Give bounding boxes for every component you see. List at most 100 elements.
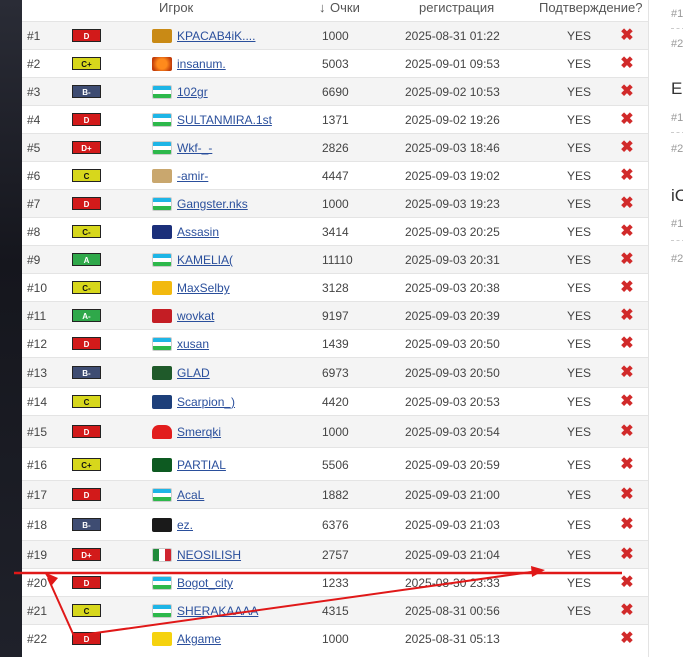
table-row: #14 C Scarpion_) 4420 2025-09-03 20:53 Y…: [22, 387, 648, 415]
rating-badge: D+: [72, 141, 101, 154]
rating-badge: D: [72, 488, 101, 501]
confirmation-status: YES: [567, 225, 592, 239]
table-header: Игрок ↓ Очки регистрация Подтверждение?: [22, 0, 648, 20]
table-row: #5 D+ Wkf-_- 2826 2025-09-03 18:46 YES ✖: [22, 133, 648, 161]
player-name-link[interactable]: NEOSILISH: [177, 548, 241, 562]
sidebar-item[interactable]: #2: [671, 253, 683, 265]
delete-icon[interactable]: ✖: [620, 457, 634, 473]
points-value: 4420: [322, 395, 349, 409]
column-registration[interactable]: регистрация: [419, 0, 494, 15]
delete-icon[interactable]: ✖: [620, 517, 634, 533]
column-confirmation[interactable]: Подтверждение?: [539, 0, 642, 15]
table-row: #1 D KPACAB4iK.... 1000 2025-08-31 01:22…: [22, 21, 648, 49]
player-name-link[interactable]: SULTANMIRA.1st: [177, 113, 272, 127]
player-name-link[interactable]: Akgame: [177, 632, 221, 646]
table-row: #16 C+ PARTIAL 5506 2025-09-03 20:59 YES…: [22, 447, 648, 480]
column-player[interactable]: Игрок: [159, 0, 193, 15]
delete-icon[interactable]: ✖: [620, 224, 634, 240]
confirmation-status: YES: [567, 366, 592, 380]
delete-icon[interactable]: ✖: [620, 336, 634, 352]
divider: [671, 28, 683, 29]
registration-date: 2025-09-02 19:26: [405, 113, 500, 127]
player-name-link[interactable]: Assasin: [177, 225, 219, 239]
player-name-link[interactable]: SHERAKAAAA: [177, 604, 258, 618]
sidebar-item[interactable]: #1: [671, 112, 683, 124]
rating-badge: C-: [72, 225, 101, 238]
sidebar-item[interactable]: #2: [671, 38, 683, 50]
delete-icon[interactable]: ✖: [620, 28, 634, 44]
rating-badge: D+: [72, 548, 101, 561]
player-name-link[interactable]: ez.: [177, 518, 193, 532]
player-name-link[interactable]: Smerqki: [177, 425, 221, 439]
player-name-link[interactable]: Bogot_city: [177, 576, 233, 590]
confirmation-status: YES: [567, 57, 592, 71]
confirmation-status: YES: [567, 197, 592, 211]
player-name-link[interactable]: xusan: [177, 337, 209, 351]
player-name-link[interactable]: 102gr: [177, 85, 208, 99]
player-name-link[interactable]: GLAD: [177, 366, 210, 380]
player-name-link[interactable]: insanum.: [177, 57, 226, 71]
delete-icon[interactable]: ✖: [620, 140, 634, 156]
delete-icon[interactable]: ✖: [620, 56, 634, 72]
column-points[interactable]: Очки: [330, 0, 360, 15]
delete-icon[interactable]: ✖: [620, 112, 634, 128]
delete-icon[interactable]: ✖: [620, 168, 634, 184]
points-value: 5003: [322, 57, 349, 71]
player-name-link[interactable]: KAMELIA(: [177, 253, 233, 267]
delete-icon[interactable]: ✖: [620, 252, 634, 268]
rank: #13: [27, 366, 48, 380]
confirmation-status: YES: [567, 458, 592, 472]
delete-icon[interactable]: ✖: [620, 84, 634, 100]
player-name-link[interactable]: Scarpion_): [177, 395, 235, 409]
registration-date: 2025-09-03 20:53: [405, 395, 500, 409]
delete-icon[interactable]: ✖: [620, 487, 634, 503]
delete-icon[interactable]: ✖: [620, 394, 634, 410]
table-row: #20 D Bogot_city 1233 2025-08-30 23:33 Y…: [22, 568, 648, 596]
player-name-link[interactable]: -amir-: [177, 169, 208, 183]
sort-arrow-icon[interactable]: ↓: [319, 0, 326, 15]
ggi-logo-icon: [152, 281, 172, 295]
rating-badge: D: [72, 113, 101, 126]
delete-icon[interactable]: ✖: [620, 196, 634, 212]
rank: #5: [27, 141, 41, 155]
points-value: 4447: [322, 169, 349, 183]
player-name-link[interactable]: AcaL: [177, 488, 204, 502]
sidebar-item[interactable]: #1: [671, 218, 683, 230]
delete-icon[interactable]: ✖: [620, 424, 634, 440]
rank: #7: [27, 197, 41, 211]
delete-icon[interactable]: ✖: [620, 575, 634, 591]
delete-icon[interactable]: ✖: [620, 308, 634, 324]
registration-date: 2025-09-03 21:04: [405, 548, 500, 562]
delete-icon[interactable]: ✖: [620, 547, 634, 563]
player-name-link[interactable]: MaxSelby: [177, 281, 230, 295]
rank: #8: [27, 225, 41, 239]
table-row: #3 B- 102gr 6690 2025-09-02 10:53 YES ✖: [22, 77, 648, 105]
divider: [671, 132, 683, 133]
delete-icon[interactable]: ✖: [620, 280, 634, 296]
rating-badge: C-: [72, 281, 101, 294]
registration-date: 2025-09-03 20:50: [405, 366, 500, 380]
rank: #6: [27, 169, 41, 183]
confirmation-status: YES: [567, 604, 592, 618]
right-sidebar: #1 #2 E #1 #2 iC #1 #2: [648, 0, 683, 657]
rank: #3: [27, 85, 41, 99]
player-name-link[interactable]: Wkf-_-: [177, 141, 212, 155]
delete-icon[interactable]: ✖: [620, 631, 634, 647]
sidebar-item[interactable]: #1: [671, 8, 683, 20]
delete-icon[interactable]: ✖: [620, 603, 634, 619]
uzbekistan-flag-icon: [152, 604, 172, 618]
confirmation-status: YES: [567, 141, 592, 155]
player-name-link[interactable]: wovkat: [177, 309, 214, 323]
red-ghost-avatar-icon: [152, 425, 172, 439]
sidebar-item[interactable]: #2: [671, 143, 683, 155]
player-name-link[interactable]: PARTIAL: [177, 458, 226, 472]
points-value: 4315: [322, 604, 349, 618]
player-name-link[interactable]: KPACAB4iK....: [177, 29, 255, 43]
sidebar-heading: E: [671, 79, 683, 98]
player-name-link[interactable]: Gangster.nks: [177, 197, 248, 211]
points-value: 3414: [322, 225, 349, 239]
eagle-logo-icon: [152, 309, 172, 323]
table-row: #11 A- wovkat 9197 2025-09-03 20:39 YES …: [22, 301, 648, 329]
confirmation-status: YES: [567, 337, 592, 351]
delete-icon[interactable]: ✖: [620, 365, 634, 381]
